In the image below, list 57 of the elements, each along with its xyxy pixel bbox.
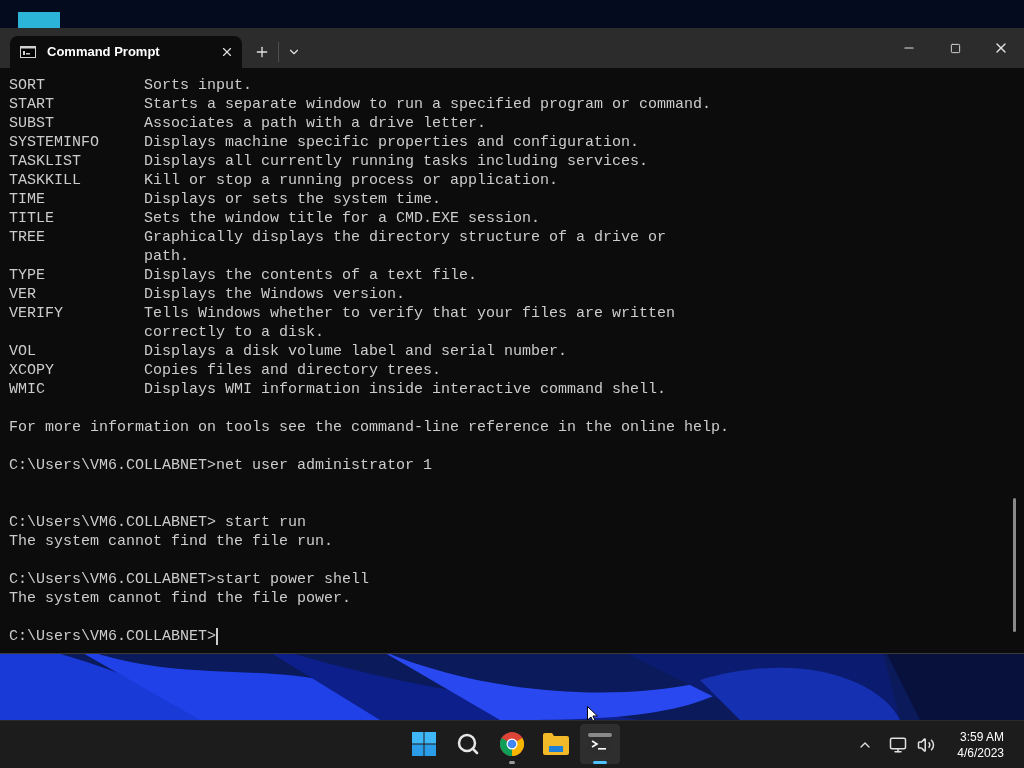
- console-line: C:\Users\VM6.COLLABNET>start power shell: [9, 570, 370, 589]
- command-description: Kill or stop a running process or application.: [144, 171, 559, 190]
- command-description: correctly to a disk.: [144, 323, 325, 342]
- console-icon: [20, 46, 36, 58]
- command-name: TASKLIST: [9, 152, 82, 171]
- command-name: TREE: [9, 228, 46, 247]
- search-icon: [456, 732, 480, 756]
- mouse-pointer-icon: [587, 706, 598, 723]
- clock-date[interactable]: 4/6/2023: [957, 744, 1004, 761]
- command-name: SUBST: [9, 114, 55, 133]
- command-description: Displays all currently running tasks including services.: [144, 152, 649, 171]
- tab[interactable]: Command Prompt: [10, 36, 242, 68]
- command-name: VER: [9, 285, 37, 304]
- console-line: The system cannot find the file run.: [9, 532, 334, 551]
- network-icon[interactable]: [889, 735, 908, 754]
- console-line: For more information on tools see the command-line reference in the online help.: [9, 418, 730, 437]
- command-description: Displays the contents of a text file.: [144, 266, 478, 285]
- text-cursor: [216, 628, 219, 645]
- command-name: VOL: [9, 342, 37, 361]
- command-description: Graphically displays the directory structure of a drive or: [144, 228, 667, 247]
- tab-title: Command Prompt: [47, 43, 160, 62]
- command-description: Tells Windows whether to verify that your files are written: [144, 304, 676, 323]
- browser-icon: [500, 732, 524, 756]
- command-name: WMIC: [9, 380, 46, 399]
- command-name: SORT: [9, 76, 46, 95]
- console-line: The system cannot find the file power.: [9, 589, 352, 608]
- command-name: TYPE: [9, 266, 46, 285]
- command-description: Sorts input.: [144, 76, 253, 95]
- command-name: TITLE: [9, 209, 55, 228]
- maximize-icon[interactable]: [949, 42, 961, 54]
- command-name: TASKKILL: [9, 171, 82, 190]
- command-description: path.: [144, 247, 189, 266]
- command-name: XCOPY: [9, 361, 55, 380]
- command-description: Displays or sets the system time.: [144, 190, 442, 209]
- command-prompt: C:\Users\VM6.COLLABNET>: [9, 627, 217, 646]
- console-line: C:\Users\VM6.COLLABNET> start run: [9, 513, 307, 532]
- command-name: START: [9, 95, 55, 114]
- command-description: Copies files and directory trees.: [144, 361, 442, 380]
- command-name: TIME: [9, 190, 46, 209]
- command-description: Sets the window title for a CMD.EXE session.: [144, 209, 541, 228]
- volume-icon[interactable]: [917, 735, 936, 754]
- close-icon[interactable]: [220, 45, 234, 59]
- command-description: Displays a disk volume label and serial number.: [144, 342, 568, 361]
- command-description: Displays the Windows version.: [144, 285, 406, 304]
- command-description: Displays WMI information inside interactive command shell.: [144, 380, 667, 399]
- command-name: SYSTEMINFO: [9, 133, 100, 152]
- command-description: Displays machine specific properties and configuration.: [144, 133, 640, 152]
- new-tab-icon[interactable]: [254, 44, 270, 60]
- command-description: Starts a separate window to run a specified program or command.: [144, 95, 712, 114]
- command-name: VERIFY: [9, 304, 64, 323]
- windows-logo-icon: [412, 732, 436, 756]
- command-description: Associates a path with a drive letter.: [144, 114, 487, 133]
- taskbar-app[interactable]: [580, 724, 620, 764]
- clock-time[interactable]: 3:59 AM: [959, 728, 1004, 745]
- folder-icon: [543, 733, 569, 755]
- scrollbar-thumb[interactable]: [1013, 498, 1016, 632]
- console-line: C:\Users\VM6.COLLABNET>net user administrator 1: [9, 456, 433, 475]
